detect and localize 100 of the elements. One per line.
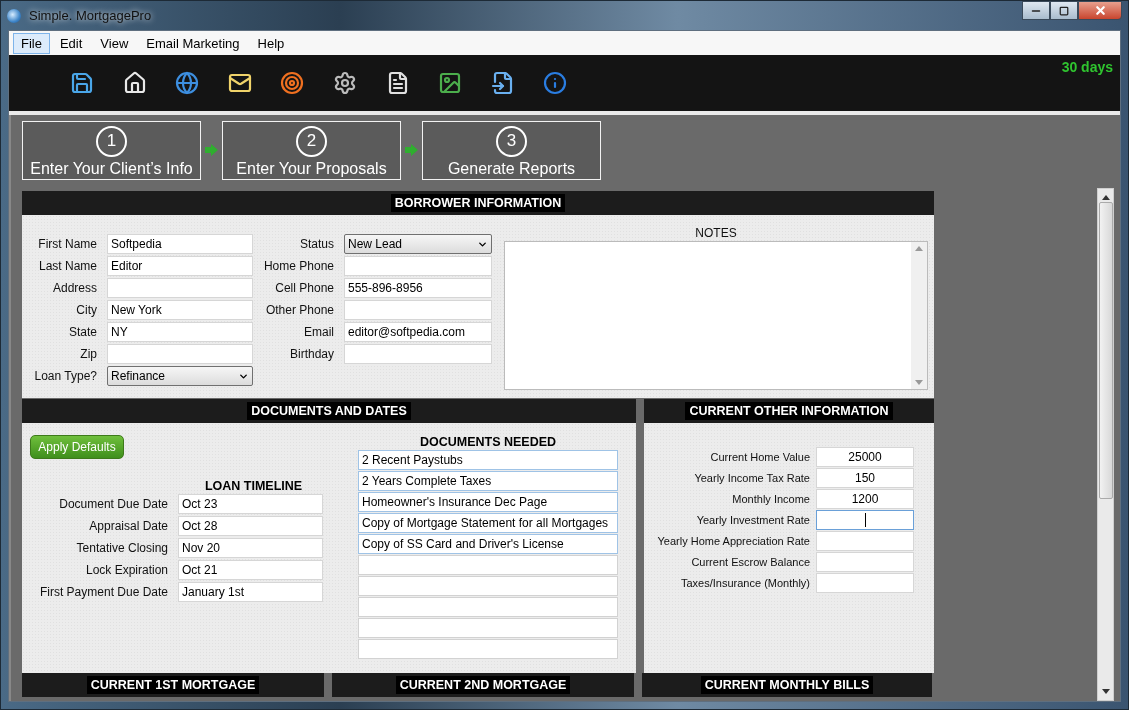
text-cursor <box>864 513 866 527</box>
field-label: Monthly Income <box>731 493 810 505</box>
house-icon <box>122 71 147 95</box>
step-button[interactable]: 2 Enter Your Proposals <box>222 120 401 180</box>
input-field[interactable]: Oct 23 <box>178 494 323 514</box>
section-header: DOCUMENTS AND DATES <box>22 399 636 423</box>
picture-icon <box>438 71 463 95</box>
field-label: Birthday <box>288 347 334 361</box>
field-label: Email <box>303 325 334 339</box>
field-label: Taxes/Insurance (Monthly) <box>680 577 810 589</box>
input-field[interactable] <box>816 552 914 572</box>
close-button[interactable] <box>1078 1 1122 20</box>
scroll-down-icon <box>1101 689 1110 694</box>
field-label: Last Name <box>37 259 97 273</box>
input-field[interactable]: Homeowner's Insurance Dec Page <box>358 492 618 512</box>
input-field[interactable] <box>344 300 492 320</box>
input-field[interactable]: 2 Recent Paystubs <box>358 450 618 470</box>
field-label: Current Escrow Balance <box>690 556 810 568</box>
input-field[interactable]: 555-896-8956 <box>344 278 492 298</box>
input-field[interactable]: editor@softpedia.com <box>344 322 492 342</box>
field-label: First Name <box>37 237 97 251</box>
input-field[interactable] <box>107 344 253 364</box>
target-icon <box>280 71 305 95</box>
maximize-button[interactable] <box>1050 1 1078 20</box>
input-field[interactable] <box>358 576 618 596</box>
input-field[interactable]: 2 Years Complete Taxes <box>358 471 618 491</box>
field-label: Loan Type? <box>33 369 97 383</box>
input-field[interactable]: NY <box>107 322 253 342</box>
menu-item[interactable]: File <box>13 32 50 54</box>
scroll-thumb[interactable] <box>1098 202 1113 499</box>
menu-item[interactable]: Email Marketing <box>138 32 248 54</box>
input-field[interactable]: Softpedia <box>107 234 253 254</box>
field-label: State <box>67 325 97 339</box>
notes-field[interactable] <box>504 241 928 390</box>
input-field[interactable]: Oct 21 <box>178 560 323 580</box>
document-arrow-icon <box>490 71 515 95</box>
app-icon <box>7 8 21 23</box>
scroll-up-icon <box>915 246 923 251</box>
section-header: CURRENT MONTHLY BILLS <box>642 673 932 697</box>
section-subtitle: DOCUMENTS NEEDED <box>419 435 557 449</box>
input-field[interactable]: Oct 28 <box>178 516 323 536</box>
input-field[interactable] <box>358 597 618 617</box>
maximize-icon <box>1059 5 1069 16</box>
input-field[interactable] <box>358 639 618 659</box>
section-header: CURRENT 2ND MORTGAGE <box>332 673 634 697</box>
envelope-icon <box>227 71 252 95</box>
step-button[interactable]: 1 Enter Your Client’s Info <box>22 120 201 180</box>
notes-label: NOTES <box>695 226 737 240</box>
scrollbar[interactable] <box>1097 188 1114 701</box>
close-icon <box>1093 4 1107 17</box>
field-label: Yearly Investment Rate <box>695 514 810 526</box>
input-field[interactable]: 150 <box>816 468 914 488</box>
input-field[interactable]: 25000 <box>816 447 914 467</box>
section-header: CURRENT OTHER INFORMATION <box>644 399 934 423</box>
input-field[interactable]: Copy of Mortgage Statement for all Mortgages <box>358 513 618 533</box>
menu-item[interactable]: Edit <box>51 32 91 54</box>
input-field[interactable] <box>344 256 492 276</box>
trial-days: 30 days <box>1061 59 1113 75</box>
section-header: BORROWER INFORMATION <box>22 191 934 215</box>
field-label: Address <box>51 281 97 295</box>
input-field[interactable]: Editor <box>107 256 253 276</box>
input-field[interactable] <box>816 573 914 593</box>
step-button[interactable]: 3 Generate Reports <box>422 120 601 180</box>
info-icon <box>543 71 568 95</box>
input-field[interactable]: Copy of SS Card and Driver's License <box>358 534 618 554</box>
field-label: City <box>75 303 97 317</box>
field-label: Yearly Income Tax Rate <box>693 472 810 484</box>
section-header: CURRENT 1ST MORTGAGE <box>22 673 324 697</box>
input-field[interactable] <box>816 510 914 530</box>
menu-item[interactable]: View <box>92 32 137 54</box>
scrollbar[interactable] <box>911 242 927 389</box>
field-label: Cell Phone <box>274 281 334 295</box>
field-label: Current Home Value <box>709 451 810 463</box>
minimize-button[interactable] <box>1022 1 1050 20</box>
field-label: Status <box>298 237 334 251</box>
field-label: Appraisal Date <box>88 519 168 533</box>
input-field[interactable]: 1200 <box>816 489 914 509</box>
input-field[interactable] <box>107 278 253 298</box>
input-field[interactable]: New York <box>107 300 253 320</box>
window-title: Simple. MortgagePro <box>29 8 153 23</box>
input-field[interactable]: Nov 20 <box>178 538 323 558</box>
field-label: Tentative Closing <box>75 541 168 555</box>
field-label: Lock Expiration <box>84 563 168 577</box>
dropdown[interactable]: Refinance <box>107 366 253 386</box>
input-field[interactable] <box>816 531 914 551</box>
scroll-down-icon <box>915 380 923 385</box>
settings-icon <box>332 71 357 95</box>
input-field[interactable] <box>344 344 492 364</box>
menu-item[interactable]: Help <box>249 32 293 54</box>
field-label: Other Phone <box>264 303 334 317</box>
section-subtitle: LOAN TIMELINE <box>204 479 303 493</box>
scroll-up-icon <box>1101 195 1110 200</box>
dropdown[interactable]: New Lead <box>344 234 492 254</box>
field-label: Document Due Date <box>58 497 168 511</box>
input-field[interactable] <box>358 555 618 575</box>
input-field[interactable]: January 1st <box>178 582 323 602</box>
field-label: First Payment Due Date <box>38 585 168 599</box>
field-label: Home Phone <box>262 259 334 273</box>
input-field[interactable] <box>358 618 618 638</box>
field-label: Yearly Home Appreciation Rate <box>656 535 810 547</box>
